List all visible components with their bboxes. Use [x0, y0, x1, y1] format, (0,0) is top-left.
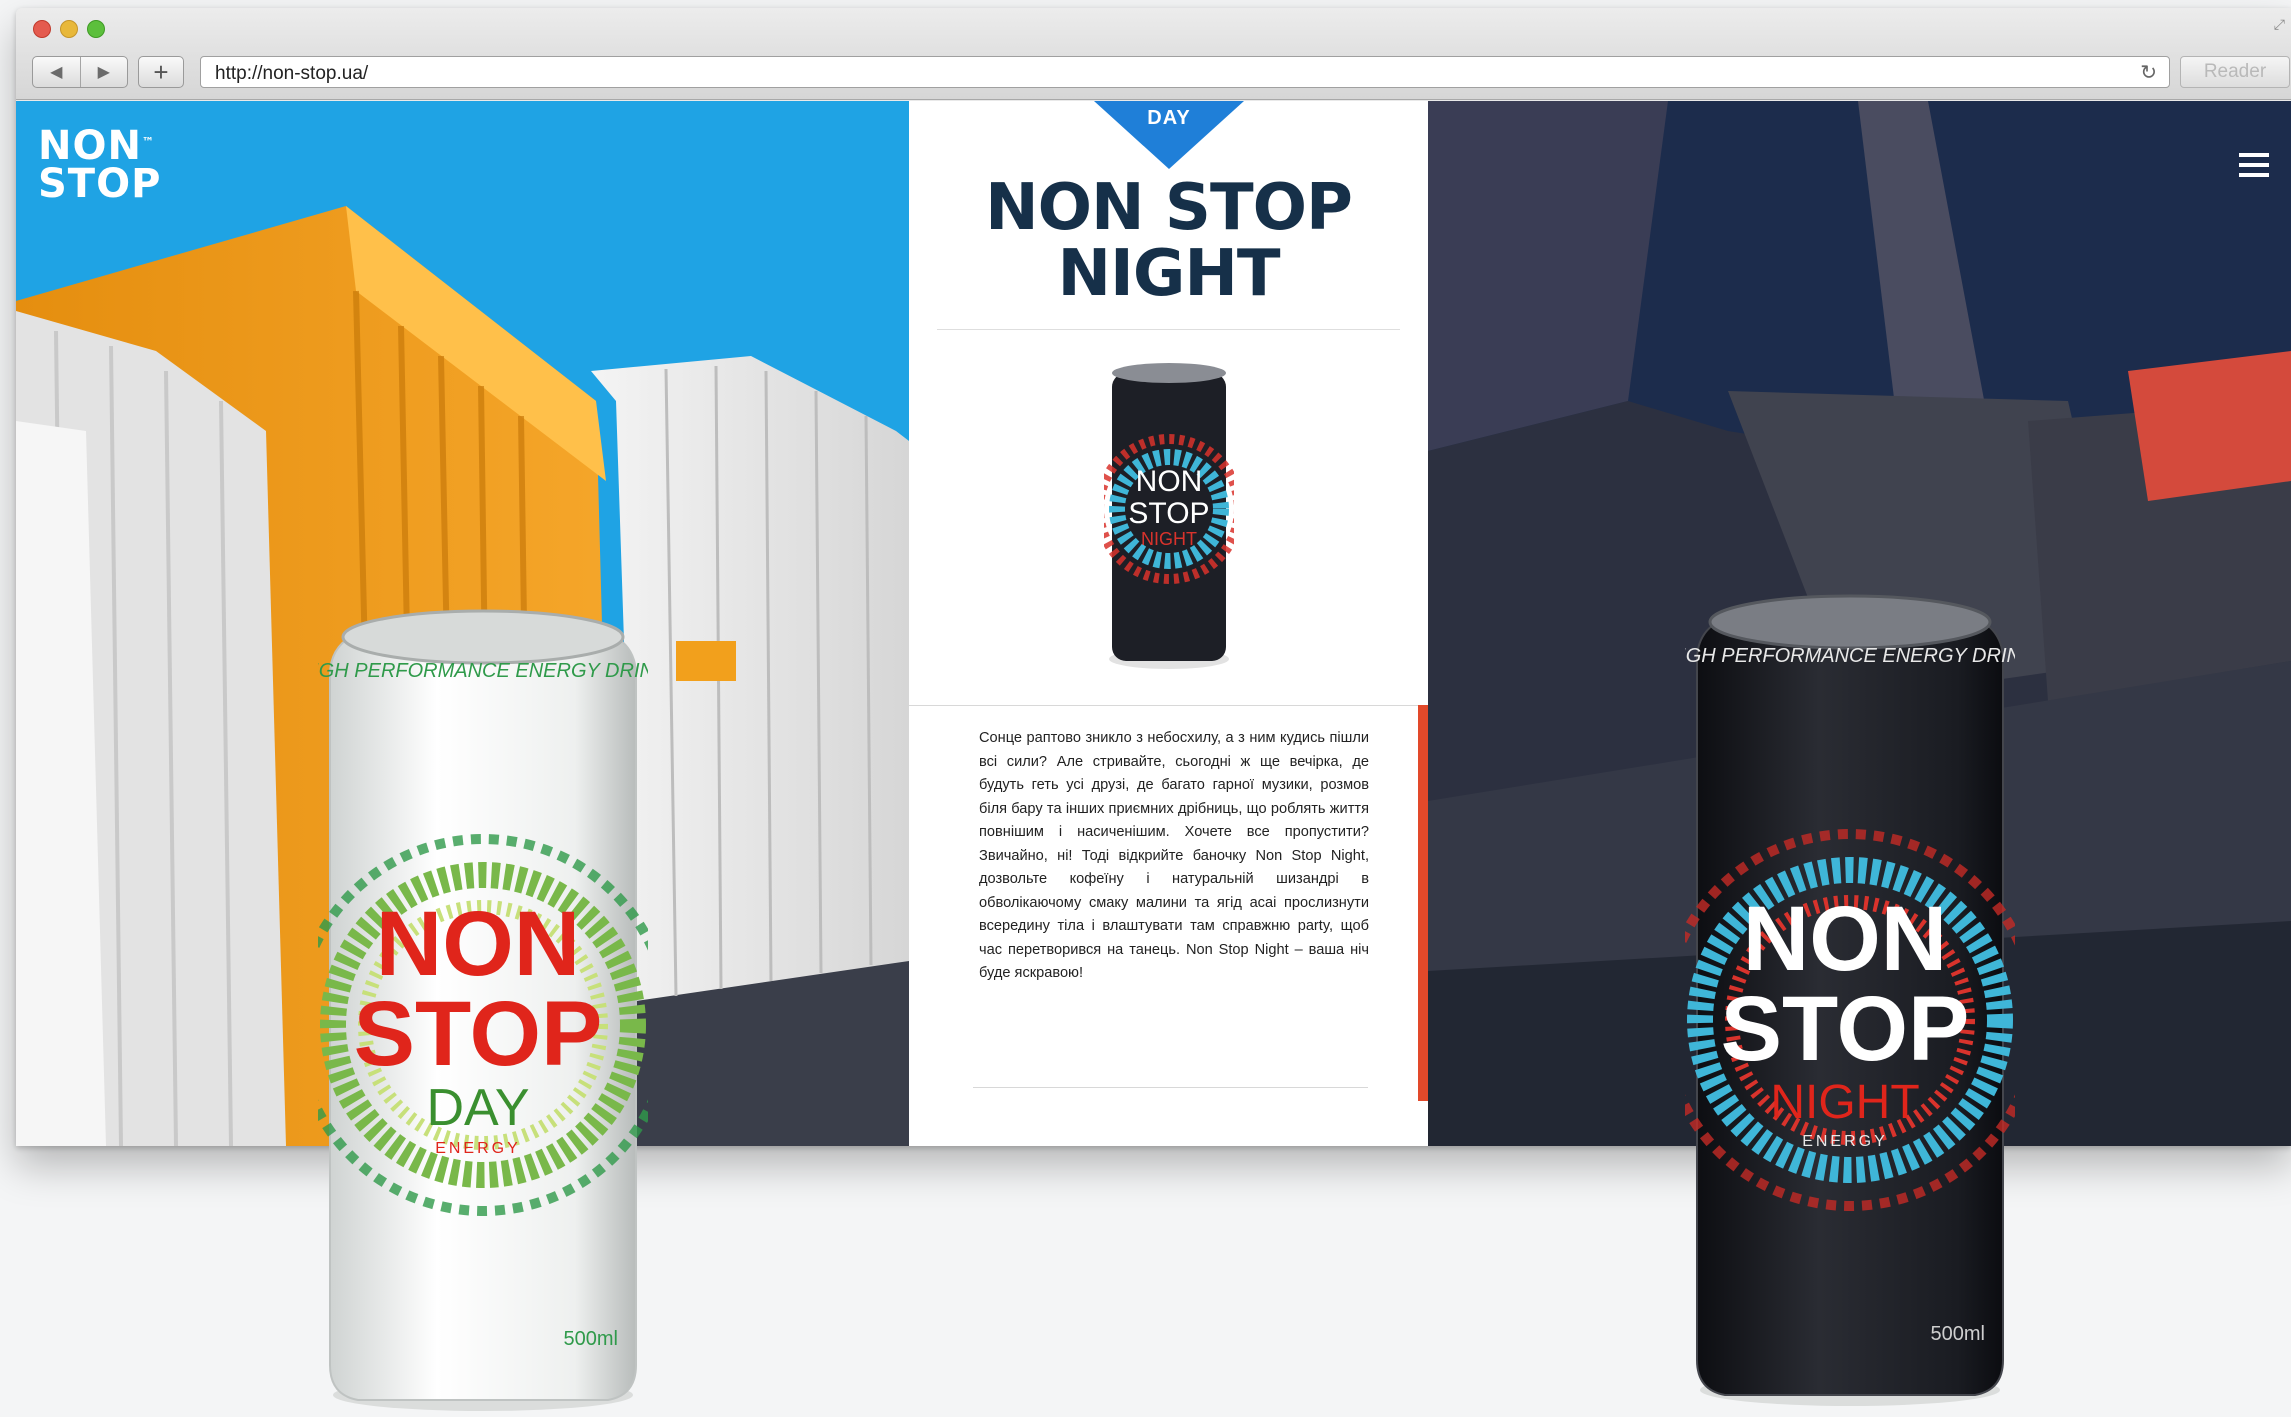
product-info-panel: DAY NON STOP NIGHT NON STOP NIGHT Сонце …	[909, 101, 1428, 1146]
day-can-image: HIGH PERFORMANCE ENERGY DRINK NON STOP D…	[318, 609, 648, 1411]
small-can-line3: NIGHT	[1141, 529, 1197, 549]
close-window-button[interactable]	[33, 20, 51, 38]
add-tab-button[interactable]: +	[138, 56, 184, 88]
night-can-variant: NIGHT	[1770, 1076, 1919, 1129]
title-divider	[937, 329, 1400, 330]
title-line1: NON STOP	[985, 171, 1353, 245]
history-nav: ◀ ▶	[32, 56, 128, 88]
day-can-brand-line2: STOP	[354, 983, 603, 1085]
page-title: NON STOP NIGHT	[909, 175, 1428, 307]
day-can-volume: 500ml	[564, 1328, 618, 1350]
address-bar[interactable]: http://non-stop.ua/ ↻	[200, 56, 2170, 88]
day-can-variant: DAY	[426, 1079, 529, 1137]
night-can-brand-line2: STOP	[1721, 978, 1970, 1080]
night-can-volume: 500ml	[1931, 1323, 1985, 1345]
site-logo[interactable]: NON™ STOP	[38, 126, 162, 207]
small-can-line2: STOP	[1128, 497, 1209, 530]
back-arrow-icon[interactable]: ◀	[33, 57, 81, 87]
reload-icon[interactable]: ↻	[2140, 60, 2157, 85]
zoom-window-button[interactable]	[87, 20, 105, 38]
logo-tm: ™	[141, 135, 155, 149]
night-can-image: HIGH PERFORMANCE ENERGY DRINK NON STOP N…	[1685, 594, 2015, 1406]
forward-arrow-icon[interactable]: ▶	[81, 57, 128, 87]
small-can-line1: NON	[1136, 465, 1203, 498]
night-can-energy: ENERGY	[1802, 1133, 1888, 1150]
fullscreen-icon[interactable]: ⤢	[2274, 16, 2285, 33]
logo-line2: STOP	[38, 161, 162, 207]
day-can-ring-text: HIGH PERFORMANCE ENERGY DRINK	[318, 660, 648, 682]
description-divider	[973, 1087, 1368, 1088]
night-can-ring-text: HIGH PERFORMANCE ENERGY DRINK	[1685, 645, 2015, 667]
url-text[interactable]: http://non-stop.ua/	[215, 63, 368, 85]
hamburger-menu-icon[interactable]	[2239, 153, 2269, 179]
night-can-brand-line1: NON	[1743, 888, 1947, 990]
day-tab-label[interactable]: DAY	[1072, 107, 1266, 130]
product-can-image: NON STOP NIGHT	[1104, 363, 1234, 669]
minimize-window-button[interactable]	[60, 20, 78, 38]
day-can-energy: ENERGY	[435, 1140, 521, 1157]
day-can-brand-line1: NON	[376, 893, 580, 995]
browser-toolbar: ◀ ▶ + http://non-stop.ua/ ↻ Reader ⤢	[16, 8, 2291, 100]
reader-button[interactable]: Reader	[2180, 56, 2290, 88]
accent-bar	[1418, 705, 1428, 1101]
image-divider	[909, 705, 1428, 706]
title-line2: NIGHT	[1057, 237, 1280, 311]
product-description: Сонце раптово зникло з небосхилу, а з ни…	[979, 730, 1369, 981]
